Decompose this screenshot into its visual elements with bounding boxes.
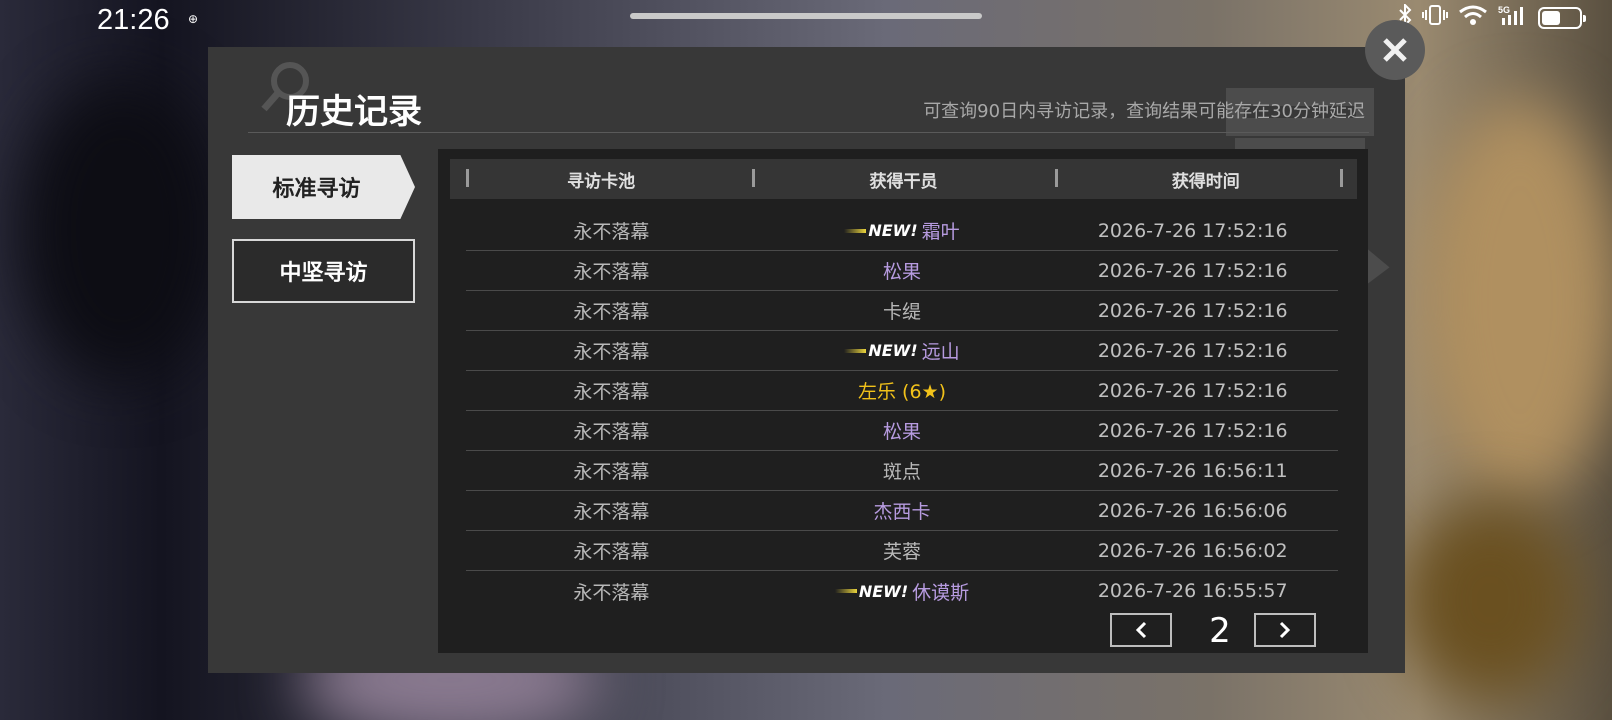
cell-operator: 松果 [757, 251, 1048, 290]
table-row: 永不落幕 松果 2026-7-26 17:52:16 [466, 251, 1338, 291]
cell-pool: 永不落幕 [573, 341, 650, 363]
chevron-left-icon [1135, 621, 1147, 639]
prev-page-button[interactable] [1110, 613, 1172, 647]
cell-pool: 永不落幕 [573, 261, 650, 283]
cell-time: 2026-7-26 17:52:16 [1097, 339, 1288, 362]
cell-time: 2026-7-26 16:56:11 [1097, 459, 1288, 482]
cell-pool: 永不落幕 [573, 501, 650, 523]
cell-operator: NEW! 远山 [757, 331, 1048, 370]
cell-operator: NEW! 霜叶 [757, 211, 1048, 250]
title-divider [248, 132, 1369, 133]
cell-pool: 永不落幕 [573, 581, 650, 604]
history-table: 寻访卡池 获得干员 获得时间 永不落幕 NEW! 霜叶 2026-7-26 17:52… [438, 149, 1368, 653]
new-badge-label: NEW! [858, 581, 909, 601]
page-title: 历史记录 [286, 92, 422, 132]
page-subtitle: 可查询90日内寻访记录，查询结果可能存在30分钟延迟 [923, 101, 1365, 122]
cell-pool: 永不落幕 [573, 541, 650, 563]
cell-operator: NEW! 休谟斯 [757, 571, 1048, 611]
operator-name: 左乐 (6★) [858, 381, 946, 403]
status-time: 21:26 [97, 4, 170, 36]
next-page-button[interactable] [1254, 613, 1316, 647]
cell-time: 2026-7-26 17:52:16 [1097, 219, 1288, 242]
history-dialog: 历史记录 可查询90日内寻访记录，查询结果可能存在30分钟延迟 标准寻访 中坚寻… [208, 47, 1405, 673]
new-badge-label: NEW! [868, 221, 918, 240]
wifi-icon [1458, 4, 1488, 31]
column-header-pool: 寻访卡池 [450, 159, 752, 199]
cell-pool: 永不落幕 [573, 381, 650, 403]
operator-name: 芙蓉 [883, 541, 922, 563]
new-badge-streak [844, 228, 867, 233]
cell-time: 2026-7-26 16:56:02 [1097, 539, 1288, 562]
cell-operator: 斑点 [757, 451, 1048, 490]
table-header: 寻访卡池 获得干员 获得时间 [450, 159, 1357, 199]
battery-icon [1538, 6, 1586, 29]
cell-operator: 芙蓉 [757, 531, 1048, 570]
chevron-right-icon [1279, 621, 1291, 639]
cell-operator: 杰西卡 [757, 491, 1048, 530]
signal-5g-icon: 5G [1498, 4, 1528, 31]
cell-time: 2026-7-26 17:52:16 [1097, 379, 1288, 402]
page-number: 2 [1209, 611, 1231, 651]
operator-name: 松果 [883, 421, 922, 443]
cell-operator: 松果 [757, 411, 1048, 450]
top-handle[interactable] [630, 13, 982, 19]
cell-pool: 永不落幕 [573, 461, 650, 483]
cell-time: 2026-7-26 17:52:16 [1097, 419, 1288, 442]
table-row: 永不落幕 杰西卡 2026-7-26 16:56:06 [466, 491, 1338, 531]
operator-name: 杰西卡 [873, 501, 931, 523]
svg-text:5G: 5G [1498, 5, 1510, 15]
operator-name: 休谟斯 [912, 581, 970, 604]
cell-operator: 卡缇 [757, 291, 1048, 330]
table-row: 永不落幕 左乐 (6★) 2026-7-26 17:52:16 [466, 371, 1338, 411]
table-row: 永不落幕 NEW! 远山 2026-7-26 17:52:16 [466, 331, 1338, 371]
status-icons: 5G [1398, 2, 1586, 31]
operator-name: 霜叶 [921, 221, 960, 243]
table-row: 永不落幕 卡缇 2026-7-26 17:52:16 [466, 291, 1338, 331]
pagination: 2 [1110, 611, 1330, 653]
operator-name: 卡缇 [883, 301, 922, 323]
cell-pool: 永不落幕 [573, 221, 650, 243]
new-badge: NEW! [844, 341, 918, 360]
vibrate-icon [1422, 4, 1448, 31]
table-body: 永不落幕 NEW! 霜叶 2026-7-26 17:52:16 永不落幕 松果 2026-7… [466, 211, 1338, 611]
status-extra-icon: ⊕ [188, 12, 199, 26]
column-header-time: 获得时间 [1054, 159, 1357, 199]
close-icon [1383, 38, 1407, 62]
cell-time: 2026-7-26 17:52:16 [1097, 259, 1288, 282]
cell-pool: 永不落幕 [573, 421, 650, 443]
table-row: 永不落幕 芙蓉 2026-7-26 16:56:02 [466, 531, 1338, 571]
cell-operator: 左乐 (6★) [757, 371, 1048, 410]
new-badge: NEW! [834, 581, 909, 601]
tab-core-search[interactable]: 中坚寻访 [232, 239, 415, 303]
new-badge-streak [844, 348, 867, 353]
new-badge-label: NEW! [868, 341, 918, 360]
operator-name: 远山 [921, 341, 960, 363]
close-button[interactable] [1365, 20, 1425, 80]
table-row: 永不落幕 斑点 2026-7-26 16:56:11 [466, 451, 1338, 491]
new-badge-streak [834, 589, 857, 593]
operator-name: 斑点 [883, 461, 922, 483]
operator-name: 松果 [883, 261, 922, 283]
cell-time: 2026-7-26 16:56:06 [1097, 499, 1288, 522]
table-row: 永不落幕 松果 2026-7-26 17:52:16 [466, 411, 1338, 451]
table-row: 永不落幕 NEW! 休谟斯 2026-7-26 16:55:57 [466, 571, 1338, 611]
cell-pool: 永不落幕 [573, 301, 650, 323]
new-badge: NEW! [844, 221, 918, 240]
table-row: 永不落幕 NEW! 霜叶 2026-7-26 17:52:16 [466, 211, 1338, 251]
column-header-operator: 获得干员 [752, 159, 1054, 199]
cell-time: 2026-7-26 17:52:16 [1097, 299, 1288, 322]
cell-time: 2026-7-26 16:55:57 [1097, 580, 1288, 602]
tab-standard-search[interactable]: 标准寻访 [232, 155, 415, 219]
